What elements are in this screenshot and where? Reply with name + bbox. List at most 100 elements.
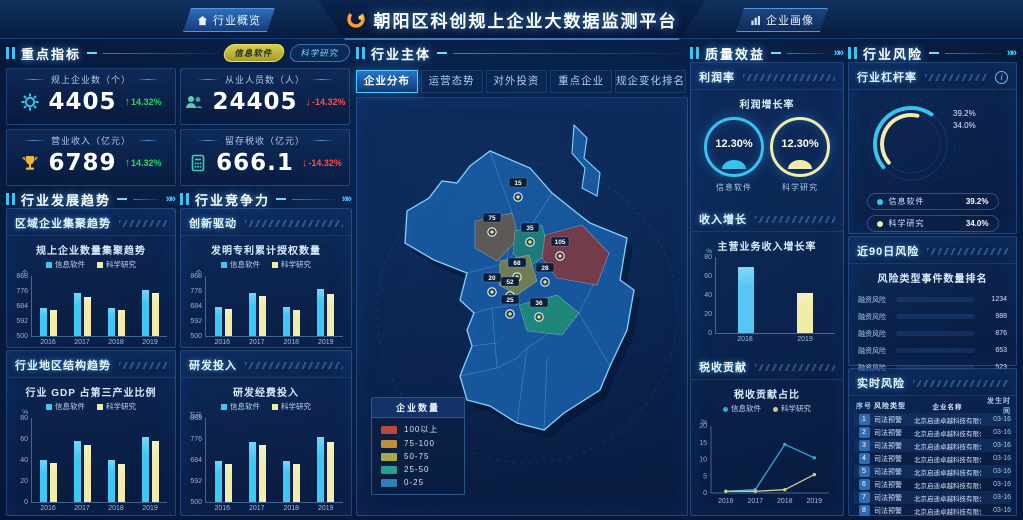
tab-item[interactable]: 对外投资 <box>486 70 548 93</box>
indicator-delta: ↓-14.32% <box>302 157 342 169</box>
table-row[interactable]: 3 司法预警 北京启迪卓越科技有限公司 03-16 <box>854 439 1011 452</box>
section-head-trend: 行业发展趋势 <box>6 190 174 208</box>
more-chevrons-icon[interactable] <box>342 193 350 205</box>
table-row[interactable]: 6 司法预警 北京启迪卓越科技有限公司 03-16 <box>854 478 1011 491</box>
section-title: 行业发展趋势 <box>21 190 111 209</box>
svg-text:20: 20 <box>488 275 496 282</box>
hatch-decor <box>913 380 1008 387</box>
trophy-icon <box>20 153 40 173</box>
line-decor <box>787 53 828 54</box>
map-legend-item: 0-25 <box>372 476 464 489</box>
indicator-card: 留存税收（亿元） 666.1 ↓-14.32% <box>180 129 350 186</box>
risk-ranking-row: 融资风险 653 <box>858 342 1007 359</box>
tab-item[interactable]: 重点企业 <box>550 70 612 93</box>
subpanel-title: 行业杠杆率 <box>857 69 917 85</box>
arrow-down-icon: ↓ <box>302 157 308 169</box>
map-legend-item: 75-100 <box>372 437 464 450</box>
section-head-key-indicators: 重点指标 信息软件科学研究 <box>6 44 350 62</box>
legend-item: 科学研究 <box>97 401 136 412</box>
more-chevrons-icon[interactable] <box>834 47 842 59</box>
risk-type-ranking: 融资风险 1234 融资风险 988 融资风险 876 融资风险 653 融资风… <box>849 287 1016 376</box>
risk-ranking-row: 融资风险 1234 <box>858 291 1007 308</box>
map-panel: 15 75 35 105 68 <box>356 97 688 516</box>
filter-tag[interactable]: 科学研究 <box>288 44 352 62</box>
panel-innovation: 创新驱动 发明专利累计授权数量信息软件科学研究个868776684592500 … <box>180 208 352 348</box>
district-exclave <box>572 125 600 196</box>
legend-item: 科学研究 <box>272 259 311 270</box>
chart-title: 规上企业数量集聚趋势 <box>7 242 175 257</box>
svg-text:15: 15 <box>514 180 522 187</box>
section-bars-icon <box>690 47 699 59</box>
chart-legend: 信息软件科学研究 <box>181 259 351 270</box>
table-row[interactable]: 8 司法预警 北京启迪卓越科技有限公司 03-16 <box>854 504 1011 517</box>
profit-gauge: 12.30% 信息软件 <box>704 117 764 193</box>
table-row[interactable]: 5 司法预警 北京启迪卓越科技有限公司 03-16 <box>854 465 1011 478</box>
dash-decor <box>117 198 127 200</box>
chart-legend: 信息软件科学研究 <box>691 403 843 414</box>
dash-decor <box>87 52 97 54</box>
panel-rnd: 研发投入 研发经费投入信息软件科学研究万元868776684592500 201… <box>180 350 352 516</box>
realtime-risk-table: 序号风险类型 企业名称发生时间 1 司法预警 北京启迪卓越科技有限公司 03-1… <box>849 396 1016 517</box>
more-chevrons-icon[interactable] <box>166 193 174 205</box>
svg-text:28: 28 <box>541 265 549 272</box>
legend-dot-icon <box>877 221 883 227</box>
table-row[interactable]: 4 司法预警 北京启迪卓越科技有限公司 03-16 <box>854 452 1011 465</box>
section-bars-icon <box>6 193 15 205</box>
svg-text:0: 0 <box>703 490 707 497</box>
panel-region-structure: 行业地区结构趋势 行业 GDP 占第三产业比例信息软件科学研究%80604020… <box>6 350 176 516</box>
nav-industry-overview-button[interactable]: 行业概览 <box>183 8 275 32</box>
dash-decor <box>437 52 447 54</box>
svg-text:75: 75 <box>488 215 496 222</box>
section-title: 质量效益 <box>705 44 765 63</box>
nav-enterprise-portrait-button[interactable]: 企业画像 <box>736 8 828 32</box>
leverage-panel: 行业杠杆率 39.2%34.0% 信息软件39.2% 科学研究34.0% <box>848 62 1017 234</box>
more-chevrons-icon[interactable] <box>1007 47 1015 59</box>
hatch-decor <box>245 220 343 227</box>
hatch-decor <box>119 362 167 369</box>
dash-decor <box>929 52 939 54</box>
svg-text:2019: 2019 <box>807 498 823 505</box>
subpanel-title: 区域企业集聚趋势 <box>15 215 111 231</box>
risk-ranking-row: 融资风险 988 <box>858 308 1007 325</box>
page-title-text: 朝阳区科创规上企业大数据监测平台 <box>374 7 678 32</box>
legend-item: 信息软件 <box>46 259 85 270</box>
svg-text:35: 35 <box>526 225 534 232</box>
map-legend-item: 25-50 <box>372 463 464 476</box>
section-bars-icon <box>848 47 857 59</box>
indicator-value: 6789 <box>48 150 116 176</box>
map-legend: 企业数量 100以上 75-100 50-75 25-50 0-25 <box>371 397 465 495</box>
key-indicator-cards: 规上企业数（个） 4405 ↑14.32% 从业人员数（人） 24405 ↓-1… <box>6 68 350 186</box>
risk-ranking-row: 融资风险 876 <box>858 325 1007 342</box>
subpanel-title: 实时风险 <box>857 375 905 391</box>
indicator-card: 营业收入（亿元） 6789 ↑14.32% <box>6 129 176 186</box>
info-icon[interactable] <box>995 71 1008 84</box>
section-bars-icon <box>6 47 15 59</box>
chart-rnd-spend: 研发经费投入信息软件科学研究万元868776684592500 20162017… <box>181 384 351 512</box>
profit-gauges: 12.30% 信息软件 12.30% 科学研究 <box>691 113 843 193</box>
svg-text:34.0%: 34.0% <box>953 121 976 130</box>
table-row[interactable]: 2 司法预警 北京启迪卓越科技有限公司 03-16 <box>854 426 1011 439</box>
legend-item: 信息软件 <box>723 403 761 414</box>
chart-tax-contribution: 税收贡献占比 信息软件科学研究 % 2015105020162017201820… <box>691 386 843 510</box>
indicator-value: 24405 <box>212 89 297 115</box>
tab-active[interactable]: 企业分布 <box>356 70 418 93</box>
subpanel-title: 近90日风险 <box>857 243 919 259</box>
filter-tag[interactable]: 信息软件 <box>222 44 286 62</box>
recent-risk-panel: 近90日风险 风险类型事件数量排名 融资风险 1234 融资风险 988 融资风… <box>848 236 1017 366</box>
hatch-decor <box>927 248 1008 255</box>
subpanel-title: 创新驱动 <box>189 215 237 231</box>
chart-title: 风险类型事件数量排名 <box>849 270 1016 285</box>
tab-item[interactable]: 运营态势 <box>421 70 483 93</box>
indicator-value: 666.1 <box>216 150 294 176</box>
platform-logo-icon <box>346 9 366 29</box>
chart-legend: 信息软件科学研究 <box>181 401 351 412</box>
table-row[interactable]: 7 司法预警 北京启迪卓越科技有限公司 03-16 <box>854 491 1011 504</box>
map-legend-item: 100以上 <box>372 422 464 437</box>
leverage-gauge: 39.2%34.0% <box>849 90 1014 186</box>
leverage-legend: 信息软件39.2% 科学研究34.0% <box>849 193 1016 232</box>
legend-dot-icon <box>877 199 883 205</box>
legend-swatch-icon <box>381 426 397 434</box>
legend-item: 信息软件 <box>46 401 85 412</box>
tab-item[interactable]: 规企变化排名 <box>615 70 686 93</box>
table-header: 序号风险类型 企业名称发生时间 <box>854 399 1011 413</box>
